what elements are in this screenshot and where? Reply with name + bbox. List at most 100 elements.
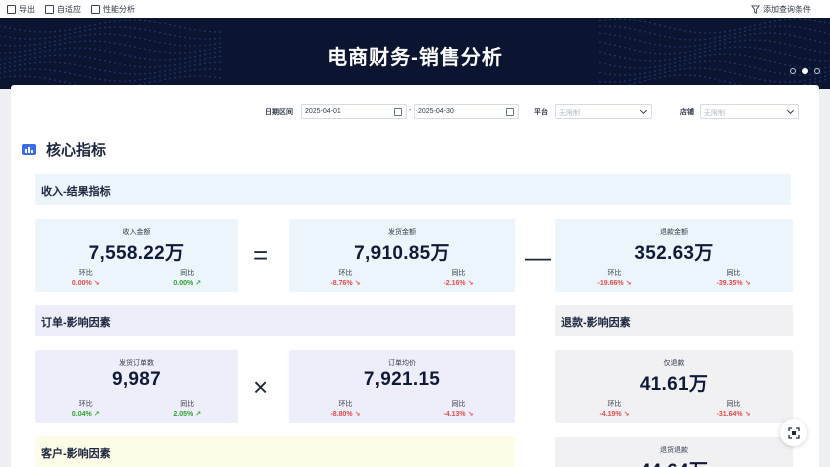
yoy-value: 2.05% bbox=[173, 411, 194, 418]
date-range-label: 日期区间 bbox=[265, 109, 293, 116]
mom-value: 0.00% bbox=[71, 280, 92, 287]
card-mom: 环比 -19.66% ↘ bbox=[555, 268, 674, 287]
card-label: 仅退款 bbox=[663, 360, 685, 367]
scan-icon bbox=[787, 426, 800, 439]
toolbar: 导出 自适应 性能分析 添加查询条件 bbox=[0, 0, 830, 18]
times-operator: × bbox=[253, 372, 269, 402]
mom-label: 环比 bbox=[338, 401, 353, 408]
perf-button[interactable]: 性能分析 bbox=[91, 4, 135, 15]
carousel-dots bbox=[790, 68, 820, 74]
card-value: 7,910.85万 bbox=[354, 243, 450, 264]
trend-up-icon: ↗ bbox=[195, 280, 202, 287]
scan-button[interactable] bbox=[780, 419, 807, 446]
card-income: 收入金额 7,558.22万 环比 0.00% ↘ 同比 0.00% ↗ bbox=[35, 219, 238, 292]
mom-label: 环比 bbox=[607, 401, 622, 408]
card-yoy: 同比 2.05% ↗ bbox=[137, 399, 239, 418]
date-start-value: 2025-04-01 bbox=[305, 108, 341, 115]
yoy-label: 同比 bbox=[726, 401, 741, 408]
mom-label: 环比 bbox=[607, 270, 622, 277]
perf-label: 性能分析 bbox=[103, 4, 135, 14]
carousel-dot[interactable] bbox=[790, 68, 796, 74]
card-shipped: 发货金额 7,910.85万 环比 -8.76% ↘ 同比 -2.16% ↘ bbox=[289, 219, 515, 292]
mom-label: 环比 bbox=[338, 270, 353, 277]
trend-down-icon: ↘ bbox=[354, 280, 361, 287]
add-filter-button[interactable]: 添加查询条件 bbox=[751, 0, 811, 18]
yoy-label: 同比 bbox=[180, 270, 195, 277]
yoy-label: 同比 bbox=[726, 270, 741, 277]
card-label: 订单均价 bbox=[388, 360, 416, 367]
section-title: 核心指标 bbox=[46, 142, 107, 159]
carousel-dot[interactable] bbox=[814, 68, 820, 74]
card-label: 发货金额 bbox=[388, 229, 416, 236]
yoy-value: -4.13% bbox=[443, 411, 466, 418]
mom-value: -8.80% bbox=[330, 411, 353, 418]
chevron-down-icon bbox=[639, 106, 648, 115]
yoy-label: 同比 bbox=[451, 401, 466, 408]
card-value: 9,987 bbox=[111, 369, 162, 390]
card-refund-only: 仅退款 41.61万 环比 -4.19% ↘ 同比 -31.64% ↘ bbox=[555, 350, 793, 423]
group-income: 收入-结果指标 bbox=[35, 174, 791, 205]
yoy-value: -2.16% bbox=[443, 280, 466, 287]
store-placeholder: 无限制 bbox=[704, 110, 725, 117]
card-label: 退货退款 bbox=[660, 447, 688, 454]
calendar-icon bbox=[394, 108, 402, 116]
platform-select[interactable]: 无限制 bbox=[555, 104, 652, 119]
yoy-label: 同比 bbox=[180, 401, 195, 408]
export-label: 导出 bbox=[19, 4, 35, 14]
adapt-button[interactable]: 自适应 bbox=[45, 4, 81, 15]
trend-up-icon: ↗ bbox=[93, 411, 100, 418]
mom-label: 环比 bbox=[78, 270, 93, 277]
card-refund: 退款金额 352.63万 环比 -19.66% ↘ 同比 -39.35% ↘ bbox=[555, 219, 793, 292]
card-mom: 环比 -8.76% ↘ bbox=[289, 268, 402, 287]
card-value: 7,921.15 bbox=[363, 369, 441, 390]
chevron-down-icon bbox=[786, 106, 795, 115]
adapt-label: 自适应 bbox=[57, 4, 81, 14]
trend-down-icon: ↘ bbox=[625, 280, 632, 287]
date-separator: - bbox=[409, 107, 412, 114]
card-orders: 发货订单数 9,987 环比 0.04% ↗ 同比 2.05% ↗ bbox=[35, 350, 238, 423]
equals-operator: = bbox=[253, 240, 269, 270]
card-label: 发货订单数 bbox=[119, 360, 154, 367]
trend-down-icon: ↘ bbox=[467, 280, 474, 287]
calendar-icon bbox=[506, 108, 514, 116]
card-yoy: 同比 -2.16% ↘ bbox=[402, 268, 515, 287]
trend-down-icon: ↘ bbox=[354, 411, 361, 418]
yoy-value: -39.35% bbox=[716, 280, 743, 287]
card-value: 41.61万 bbox=[639, 374, 709, 395]
mom-value: -19.66% bbox=[597, 280, 624, 287]
card-label: 收入金额 bbox=[122, 229, 151, 236]
filter-row: 日期区间 2025-04-01 - 2025-04-30 平台 无限制 店铺 无… bbox=[0, 104, 830, 120]
trend-down-icon: ↘ bbox=[623, 411, 630, 418]
date-end-input[interactable]: 2025-04-30 bbox=[414, 104, 519, 119]
perf-icon bbox=[91, 4, 100, 14]
carousel-dot-active[interactable] bbox=[802, 68, 808, 74]
trend-up-icon: ↗ bbox=[195, 411, 202, 418]
mom-value: -4.19% bbox=[599, 411, 622, 418]
mom-value: 0.04% bbox=[71, 411, 92, 418]
card-mom: 环比 -4.19% ↘ bbox=[555, 399, 674, 418]
platform-label: 平台 bbox=[534, 109, 548, 116]
export-icon bbox=[7, 4, 16, 14]
card-avg-price: 订单均价 7,921.15 环比 -8.80% ↘ 同比 -4.13% ↘ bbox=[289, 350, 515, 423]
card-value: 7,558.22万 bbox=[88, 243, 185, 264]
card-yoy: 同比 -4.13% ↘ bbox=[402, 399, 515, 418]
section-header: 核心指标 bbox=[22, 139, 106, 160]
export-button[interactable]: 导出 bbox=[7, 4, 35, 15]
store-select[interactable]: 无限制 bbox=[700, 104, 799, 119]
group-refund: 退款-影响因素 bbox=[555, 305, 793, 336]
card-value: 44.64万 bbox=[555, 456, 793, 467]
card-label: 退款金额 bbox=[660, 229, 688, 236]
mom-value: -8.76% bbox=[330, 280, 353, 287]
filter-icon bbox=[751, 4, 760, 14]
card-yoy: 同比 -39.35% ↘ bbox=[674, 268, 793, 287]
card-mom: 环比 0.04% ↗ bbox=[35, 399, 137, 418]
minus-operator: — bbox=[525, 242, 551, 272]
trend-down-icon: ↘ bbox=[744, 411, 751, 418]
card-mom: 环比 -8.80% ↘ bbox=[289, 399, 402, 418]
date-start-input[interactable]: 2025-04-01 bbox=[301, 104, 407, 119]
card-mom: 环比 0.00% ↘ bbox=[35, 268, 137, 287]
card-yoy: 同比 -31.64% ↘ bbox=[674, 399, 793, 418]
store-label: 店铺 bbox=[680, 109, 694, 116]
yoy-value: 0.00% bbox=[173, 280, 194, 287]
card-value: 352.63万 bbox=[634, 243, 714, 264]
